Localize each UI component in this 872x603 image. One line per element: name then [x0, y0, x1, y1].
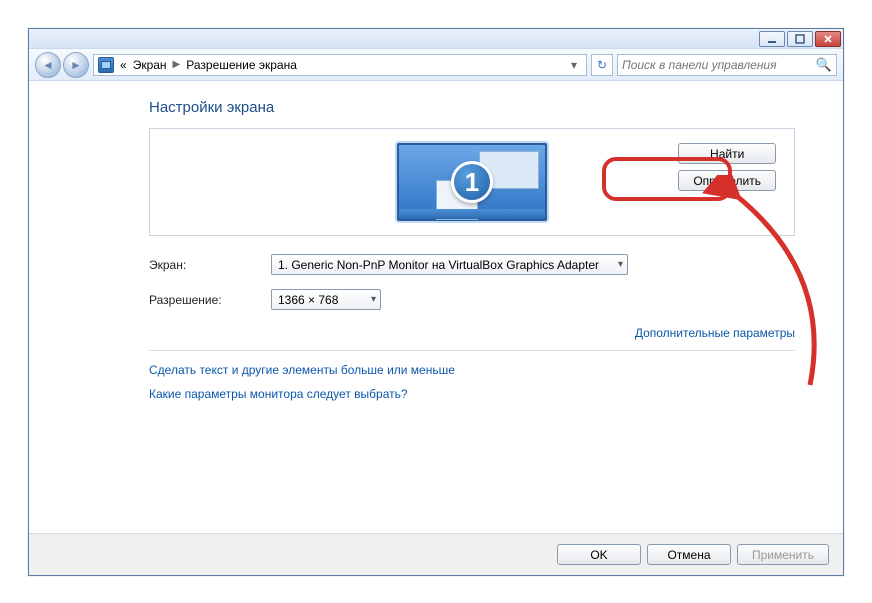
refresh-button[interactable]: ↻	[591, 54, 613, 76]
nav-forward-button[interactable]: ►	[63, 52, 89, 78]
find-button[interactable]: Найти	[678, 143, 776, 164]
breadcrumb-item[interactable]: Экран	[133, 58, 167, 72]
monitor-preview[interactable]: 1	[397, 143, 547, 221]
cancel-button[interactable]: Отмена	[647, 544, 731, 565]
breadcrumb-prefix: «	[120, 58, 127, 72]
resolution-dropdown[interactable]: 1366 × 768	[271, 289, 381, 310]
display-icon	[98, 57, 114, 73]
navbar: ◄ ► « Экран ▶ Разрешение экрана ▾ ↻ 🔍	[29, 49, 843, 81]
close-button[interactable]	[815, 31, 841, 47]
taskbar-icon	[399, 209, 545, 219]
ok-button[interactable]: OK	[557, 544, 641, 565]
monitor-number-badge: 1	[451, 161, 493, 203]
identify-button[interactable]: Определить	[678, 170, 776, 191]
address-dropdown[interactable]: ▾	[566, 58, 582, 72]
titlebar	[29, 29, 843, 49]
separator	[149, 350, 795, 351]
minimize-button[interactable]	[759, 31, 785, 47]
nav-back-button[interactable]: ◄	[35, 52, 61, 78]
screen-label: Экран:	[149, 258, 259, 272]
apply-button: Применить	[737, 544, 829, 565]
search-input[interactable]	[622, 58, 812, 72]
footer: OK Отмена Применить	[29, 533, 843, 575]
display-preview-box: 1 Найти Определить	[149, 128, 795, 236]
chevron-right-icon: ▶	[173, 59, 181, 70]
resolution-label: Разрешение:	[149, 293, 259, 307]
content-area: Настройки экрана 1 Найти Определить Экра…	[29, 81, 843, 423]
screen-dropdown[interactable]: 1. Generic Non-PnP Monitor на VirtualBox…	[271, 254, 628, 275]
maximize-button[interactable]	[787, 31, 813, 47]
control-panel-window: ◄ ► « Экран ▶ Разрешение экрана ▾ ↻ 🔍 На…	[28, 28, 844, 576]
search-box: 🔍	[617, 54, 837, 76]
advanced-settings-link[interactable]: Дополнительные параметры	[635, 326, 795, 340]
breadcrumb-item[interactable]: Разрешение экрана	[186, 58, 297, 72]
page-title: Настройки экрана	[149, 99, 795, 116]
address-bar[interactable]: « Экран ▶ Разрешение экрана ▾	[93, 54, 587, 76]
search-icon[interactable]: 🔍	[816, 57, 832, 73]
text-size-link[interactable]: Сделать текст и другие элементы больше и…	[149, 363, 795, 377]
monitor-help-link[interactable]: Какие параметры монитора следует выбрать…	[149, 387, 795, 401]
